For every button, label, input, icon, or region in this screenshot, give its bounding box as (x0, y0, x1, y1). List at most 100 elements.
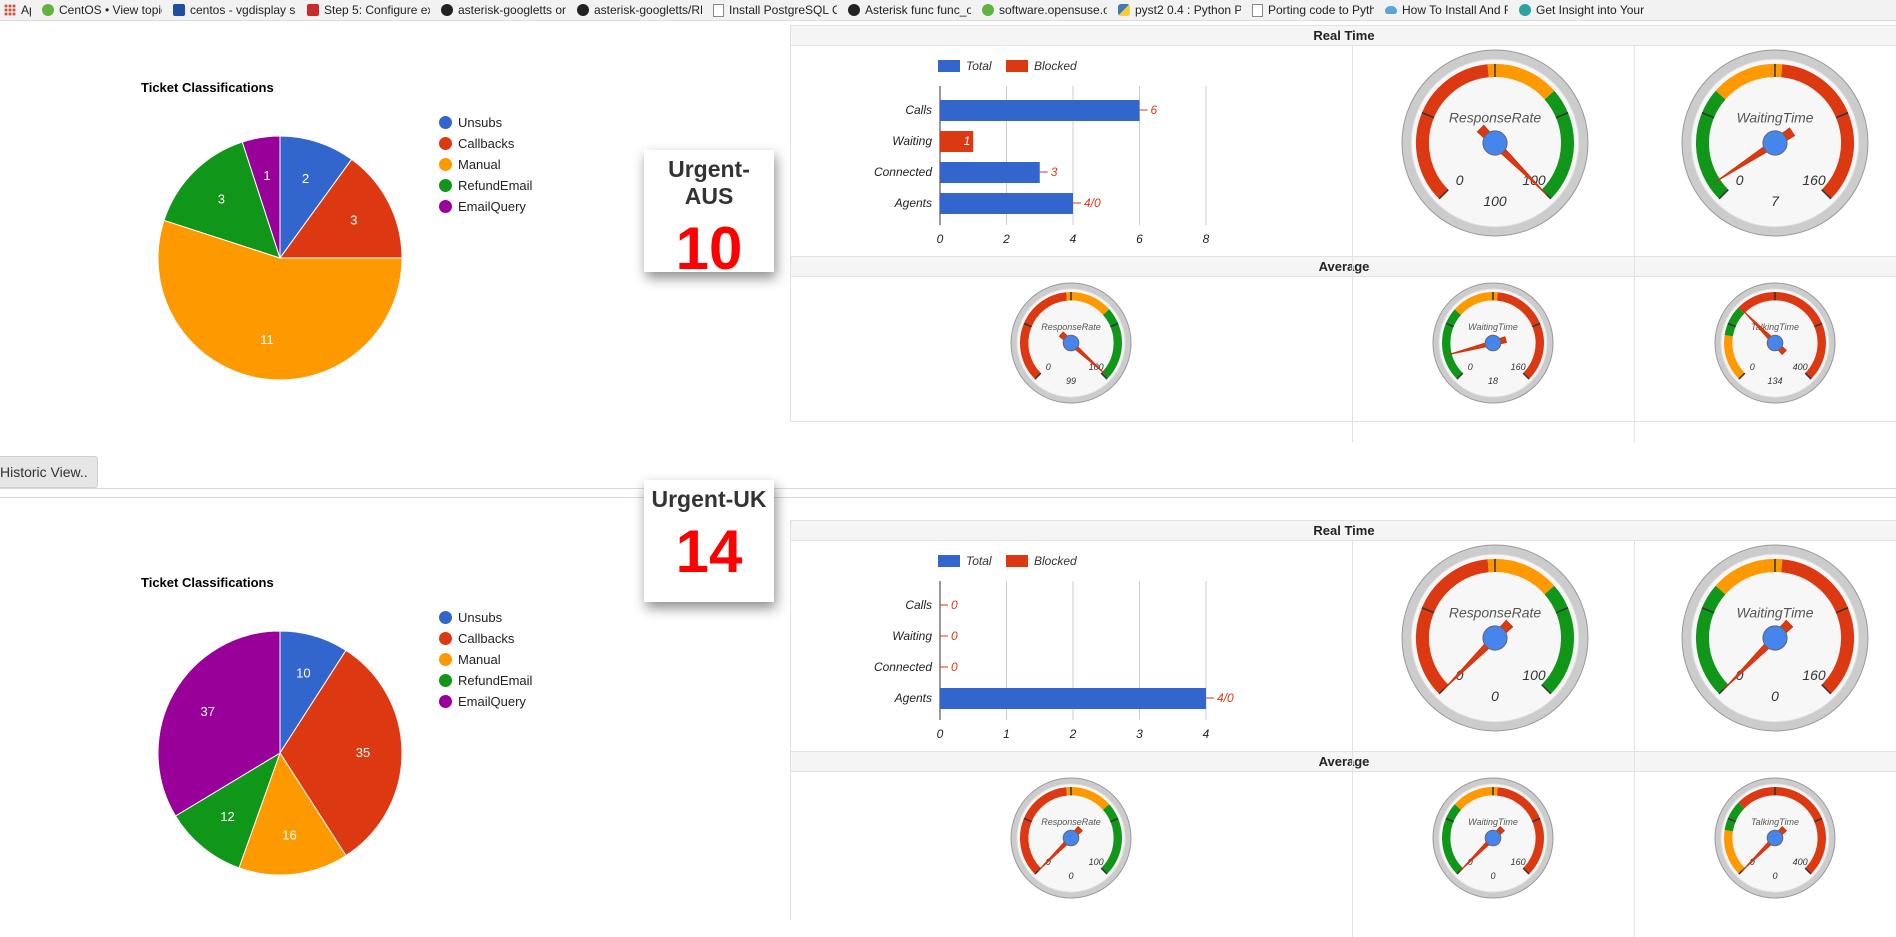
cell-divider (1352, 276, 1353, 442)
bookmark-item[interactable]: pyst2 0.4 : Python Pac (1114, 0, 1248, 20)
legend-item-callbacks[interactable]: Callbacks (439, 136, 514, 151)
gauge-tick (1738, 867, 1746, 875)
bookmark-item[interactable]: Apps (0, 0, 38, 20)
bookmark-item[interactable]: How To Install And Ru (1381, 0, 1515, 20)
bar-legend-label: Blocked (1034, 554, 1077, 568)
bar-value-label: 1 (964, 134, 971, 148)
gauge-band (1715, 558, 1783, 595)
gauge-face (1690, 58, 1860, 228)
bookmark-item[interactable]: asterisk-googletts/RE (573, 0, 709, 20)
gauge-tick (1821, 189, 1832, 200)
gauge-tick (1804, 372, 1812, 380)
gauge-band (1442, 804, 1463, 875)
gauge-tick (1701, 607, 1715, 614)
gauge-band (1541, 90, 1575, 199)
gauge-band (1020, 787, 1068, 875)
gauge-tick (1100, 867, 1108, 875)
bookmark-item[interactable]: Porting code to Pytho (1248, 0, 1381, 20)
gauge-label: WaitingTime (1468, 817, 1518, 827)
gauge-tick (1835, 607, 1849, 614)
legend-item-manual[interactable]: Manual (439, 157, 501, 172)
bar-value-label: 0 (951, 660, 958, 674)
bookmark-item[interactable]: Asterisk func func_odl (844, 0, 978, 20)
gauge-max: 160 (1802, 172, 1826, 188)
bookmark-label: asterisk-googletts/RE (594, 3, 702, 17)
bar-legend-swatch (1006, 60, 1028, 72)
gauge: WaitingTime 0 160 7 (1681, 49, 1869, 237)
gauge-tick (1541, 684, 1552, 695)
bookmark-item[interactable]: centos - vgdisplay sho (169, 0, 303, 20)
bar-tick-label: 0 (937, 727, 944, 741)
historic-view-button[interactable]: Historic View.. (0, 456, 98, 488)
bar-category-label: Calls (905, 103, 932, 117)
gauge-tick (1555, 112, 1569, 119)
gauge-min: 0 (1046, 857, 1051, 867)
gauge-value: 7 (1771, 193, 1780, 209)
gauge-tick (1532, 322, 1541, 328)
pie-chart: 2 3 11 3 1 (157, 135, 403, 381)
gauge: TalkingTime 0 400 134 (1714, 282, 1836, 404)
bar-category-label: Agents (894, 691, 932, 705)
bar-total[interactable] (940, 100, 1140, 121)
gauge-tick (1456, 372, 1464, 380)
bookmark-item[interactable]: software.opensuse.org (978, 0, 1114, 20)
legend-item-unsubs[interactable]: Unsubs (439, 115, 502, 130)
cell-divider (1634, 541, 1635, 771)
gauge-hub (1062, 334, 1080, 352)
cell-divider (1352, 771, 1353, 937)
bookmark-item[interactable]: CentOS • View topic - (38, 0, 169, 20)
gauge-tick (1727, 817, 1736, 823)
gauge-band (1724, 335, 1746, 380)
gauge-bezel (1401, 49, 1589, 237)
legend-label: Unsubs (458, 115, 503, 130)
gauge-band (1724, 830, 1746, 875)
bookmark-item[interactable]: Step 5: Configure exte (303, 0, 437, 20)
bar-total[interactable] (940, 162, 1040, 183)
pie-slice-label: 3 (218, 191, 225, 206)
gauge-max: 100 (1522, 667, 1546, 683)
bookmark-label: Install PostgreSQL OD (729, 3, 837, 17)
legend-item-refundemail[interactable]: RefundEmail (439, 673, 532, 688)
bar-tick-label: 2 (1002, 232, 1010, 246)
gauge-tick (1701, 112, 1715, 119)
gauge-needle (1476, 124, 1547, 195)
legend-item-unsubs[interactable]: Unsubs (439, 610, 502, 625)
pie-slice-label: 2 (302, 171, 309, 186)
realtime-header: Real Time (790, 520, 1896, 541)
gauge-needle (1447, 336, 1508, 356)
legend-dot (439, 200, 452, 213)
gauge-bezel (1432, 282, 1554, 404)
cell-divider (1634, 46, 1635, 276)
bookmark-label: asterisk-googletts on (458, 3, 566, 17)
bar-legend-swatch (938, 60, 960, 72)
legend-dot (439, 695, 452, 708)
bookmark-item[interactable]: Get Insight into Your (1515, 0, 1651, 20)
legend-dot (439, 674, 452, 687)
gauge-needle (1058, 331, 1106, 375)
gauge-label: WaitingTime (1736, 110, 1813, 126)
realtime-header: Real Time (790, 25, 1896, 46)
ul-icon (173, 4, 185, 16)
gauge-max: 160 (1802, 667, 1826, 683)
bar-tick-label: 6 (1136, 232, 1143, 246)
gauge: TalkingTime 0 400 0 (1714, 777, 1836, 899)
bookmark-label: Get Insight into Your (1536, 3, 1645, 17)
bookmark-item[interactable]: Install PostgreSQL OD (709, 0, 844, 20)
gauge-value: 100 (1483, 193, 1507, 209)
bar-total[interactable] (940, 688, 1206, 709)
legend-item-emailquery[interactable]: EmailQuery (439, 694, 526, 709)
bar-tick-label: 8 (1203, 232, 1210, 246)
bookmark-item[interactable]: asterisk-googletts on (437, 0, 573, 20)
legend-label: Manual (458, 652, 501, 667)
gauge-hub (1762, 625, 1788, 651)
github-icon (441, 4, 453, 16)
legend-item-callbacks[interactable]: Callbacks (439, 631, 514, 646)
gauge: ResponseRate 0 100 0 (1010, 777, 1132, 899)
legend-item-refundemail[interactable]: RefundEmail (439, 178, 532, 193)
legend-item-manual[interactable]: Manual (439, 652, 501, 667)
gauge-label: ResponseRate (1041, 817, 1101, 827)
gauge-tick (1814, 322, 1823, 328)
bar-total[interactable] (940, 193, 1073, 214)
legend-item-emailquery[interactable]: EmailQuery (439, 199, 526, 214)
gauge: ResponseRate 0 100 100 (1401, 49, 1589, 237)
